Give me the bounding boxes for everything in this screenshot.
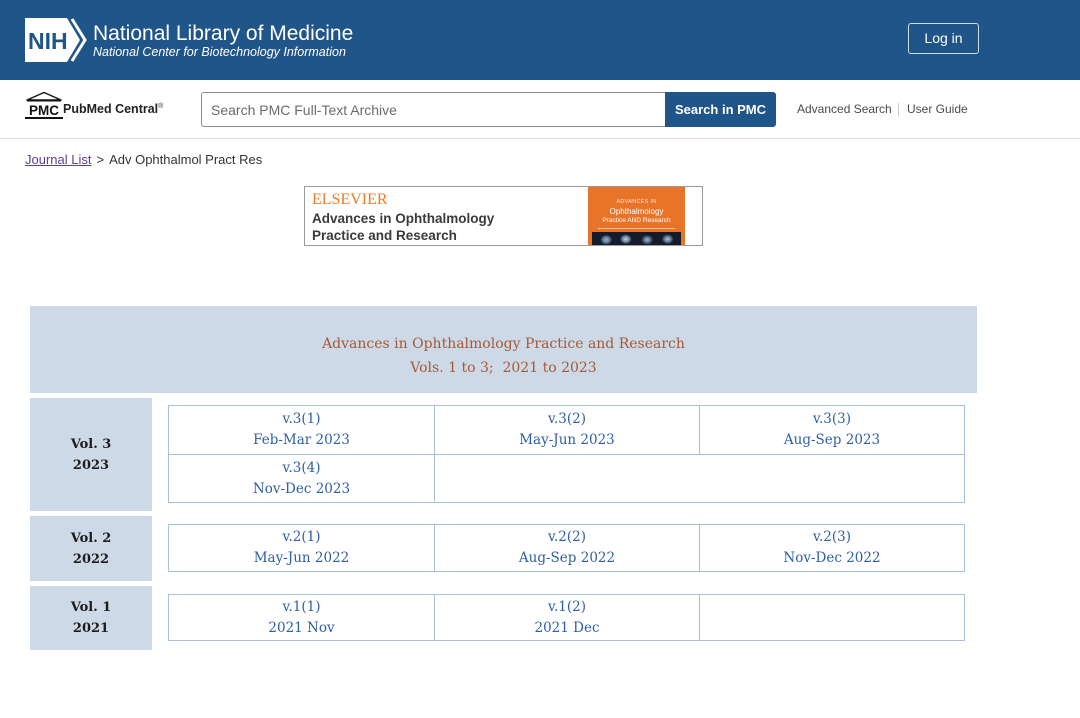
issue-table: v.2(1) May-Jun 2022 v.2(2) Aug-Sep 2022 …	[168, 524, 965, 572]
org-title[interactable]: National Library of Medicine	[93, 21, 353, 47]
advanced-search-link[interactable]: Advanced Search	[797, 101, 892, 117]
issue-row: v.3(1) Feb-Mar 2023 v.3(2) May-Jun 2023 …	[169, 406, 964, 454]
pmc-logo-roof	[26, 91, 62, 101]
search-button[interactable]: Search in PMC	[665, 92, 776, 127]
volume-year: 2023	[72, 457, 110, 473]
pmc-logo-underline	[25, 117, 63, 119]
issue-link-v3-2[interactable]: v.3(2) May-Jun 2023	[434, 406, 699, 454]
issue-date: Feb-Mar 2023	[253, 432, 350, 448]
breadcrumb: Journal List > Adv Ophthalmol Pract Res	[25, 152, 262, 168]
issue-number: v.3(4)	[282, 459, 321, 476]
volume-label: Vol. 2 2022	[30, 516, 152, 581]
cover-rule	[598, 228, 675, 229]
pmc-name[interactable]: PubMed Central®	[63, 101, 163, 117]
issue-number: v.3(3)	[812, 411, 852, 427]
nih-logo[interactable]: NIH	[25, 18, 87, 62]
issue-row: v.3(4) Nov-Dec 2023	[169, 454, 964, 502]
publisher-logo: ELSEVIER	[312, 191, 388, 208]
issue-number: v.1(1)	[282, 598, 321, 615]
issue-date: Nov-Dec 2022	[783, 550, 881, 566]
journal-cover-image: ADVANCES IN Ophthalmology Practice AND R…	[588, 187, 685, 245]
pmc-name-text: PubMed Central	[63, 102, 159, 116]
volume-label: Vol. 3 2023	[30, 398, 152, 511]
issue-date: May-Jun 2023	[519, 432, 615, 448]
issue-table: v.3(1) Feb-Mar 2023 v.3(2) May-Jun 2023 …	[168, 405, 965, 503]
login-button[interactable]: Log in	[908, 23, 979, 54]
top-header: NIH National Library of Medicine Nationa…	[0, 0, 1080, 80]
issue-date: Nov-Dec 2023	[252, 480, 351, 497]
trademark-symbol: ®	[158, 103, 164, 110]
breadcrumb-current: Adv Ophthalmol Pract Res	[109, 152, 263, 167]
issue-number: v.1(2)	[547, 598, 587, 615]
cover-line1: ADVANCES IN	[616, 199, 657, 205]
volume-label: Vol. 1 2021	[30, 586, 152, 650]
org-subtitle: National Center for Biotechnology Inform…	[93, 45, 346, 59]
search-input[interactable]	[201, 92, 666, 127]
issue-number: v.2(1)	[282, 529, 321, 545]
volume-number: Vol. 3	[70, 436, 112, 452]
volume-number: Vol. 1	[70, 600, 112, 615]
issue-link-v2-3[interactable]: v.2(3) Nov-Dec 2022	[699, 525, 964, 571]
link-separator	[898, 103, 899, 116]
issue-number: v.3(2)	[547, 411, 587, 427]
cover-line3: Practice AND Research	[602, 217, 671, 224]
journal-volume-range: Vols. 1 to 3; 2021 to 2023	[410, 360, 597, 376]
volume-year: 2022	[72, 551, 110, 567]
issue-date: May-Jun 2022	[253, 550, 350, 566]
banner-journal-name-line1: Advances in Ophthalmology	[312, 211, 495, 226]
issue-date: Aug-Sep 2022	[518, 550, 616, 566]
volume-number: Vol. 2	[70, 530, 112, 546]
breadcrumb-separator: >	[96, 152, 105, 167]
banner-journal-name-line2: Practice and Research	[312, 228, 457, 243]
issue-link-v1-2[interactable]: v.1(2) 2021 Dec	[434, 595, 699, 640]
search-bar: PMC PubMed Central® Search in PMC Advanc…	[0, 80, 1080, 139]
issue-link-v1-1[interactable]: v.1(1) 2021 Nov	[169, 595, 434, 640]
volume-year: 2021	[72, 621, 110, 636]
cover-photos	[592, 232, 681, 245]
empty-cell	[699, 595, 964, 640]
journal-title: Advances in Ophthalmology Practice and R…	[322, 336, 685, 352]
issue-link-v3-3[interactable]: v.3(3) Aug-Sep 2023	[699, 406, 964, 454]
issue-table: v.1(1) 2021 Nov v.1(2) 2021 Dec	[168, 594, 965, 641]
cover-line2: Ophthalmology	[609, 207, 664, 216]
issue-number: v.3(1)	[282, 411, 321, 427]
issue-row: v.2(1) May-Jun 2022 v.2(2) Aug-Sep 2022 …	[169, 525, 964, 571]
issue-number: v.2(3)	[812, 529, 852, 545]
journal-list-link[interactable]: Journal List	[25, 152, 91, 167]
empty-cell	[434, 455, 964, 502]
issue-link-v2-2[interactable]: v.2(2) Aug-Sep 2022	[434, 525, 699, 571]
issue-link-v3-4[interactable]: v.3(4) Nov-Dec 2023	[169, 455, 434, 502]
issue-link-v2-1[interactable]: v.2(1) May-Jun 2022	[169, 525, 434, 571]
issue-link-v3-1[interactable]: v.3(1) Feb-Mar 2023	[169, 406, 434, 454]
issue-number: v.2(2)	[547, 529, 587, 545]
pmc-logo[interactable]: PMC	[24, 91, 64, 121]
pmc-logo-text: PMC	[29, 103, 59, 118]
nih-logo-text: NIH	[28, 28, 68, 54]
issue-date: Aug-Sep 2023	[783, 432, 881, 448]
issue-date: 2021 Nov	[268, 619, 335, 636]
journal-title-box: Advances in Ophthalmology Practice and R…	[30, 306, 977, 393]
user-guide-link[interactable]: User Guide	[907, 101, 968, 117]
issue-row: v.1(1) 2021 Nov v.1(2) 2021 Dec	[169, 595, 964, 640]
journal-banner[interactable]: ELSEVIER Advances in Ophthalmology Pract…	[304, 186, 703, 246]
issue-date: 2021 Dec	[534, 619, 600, 636]
